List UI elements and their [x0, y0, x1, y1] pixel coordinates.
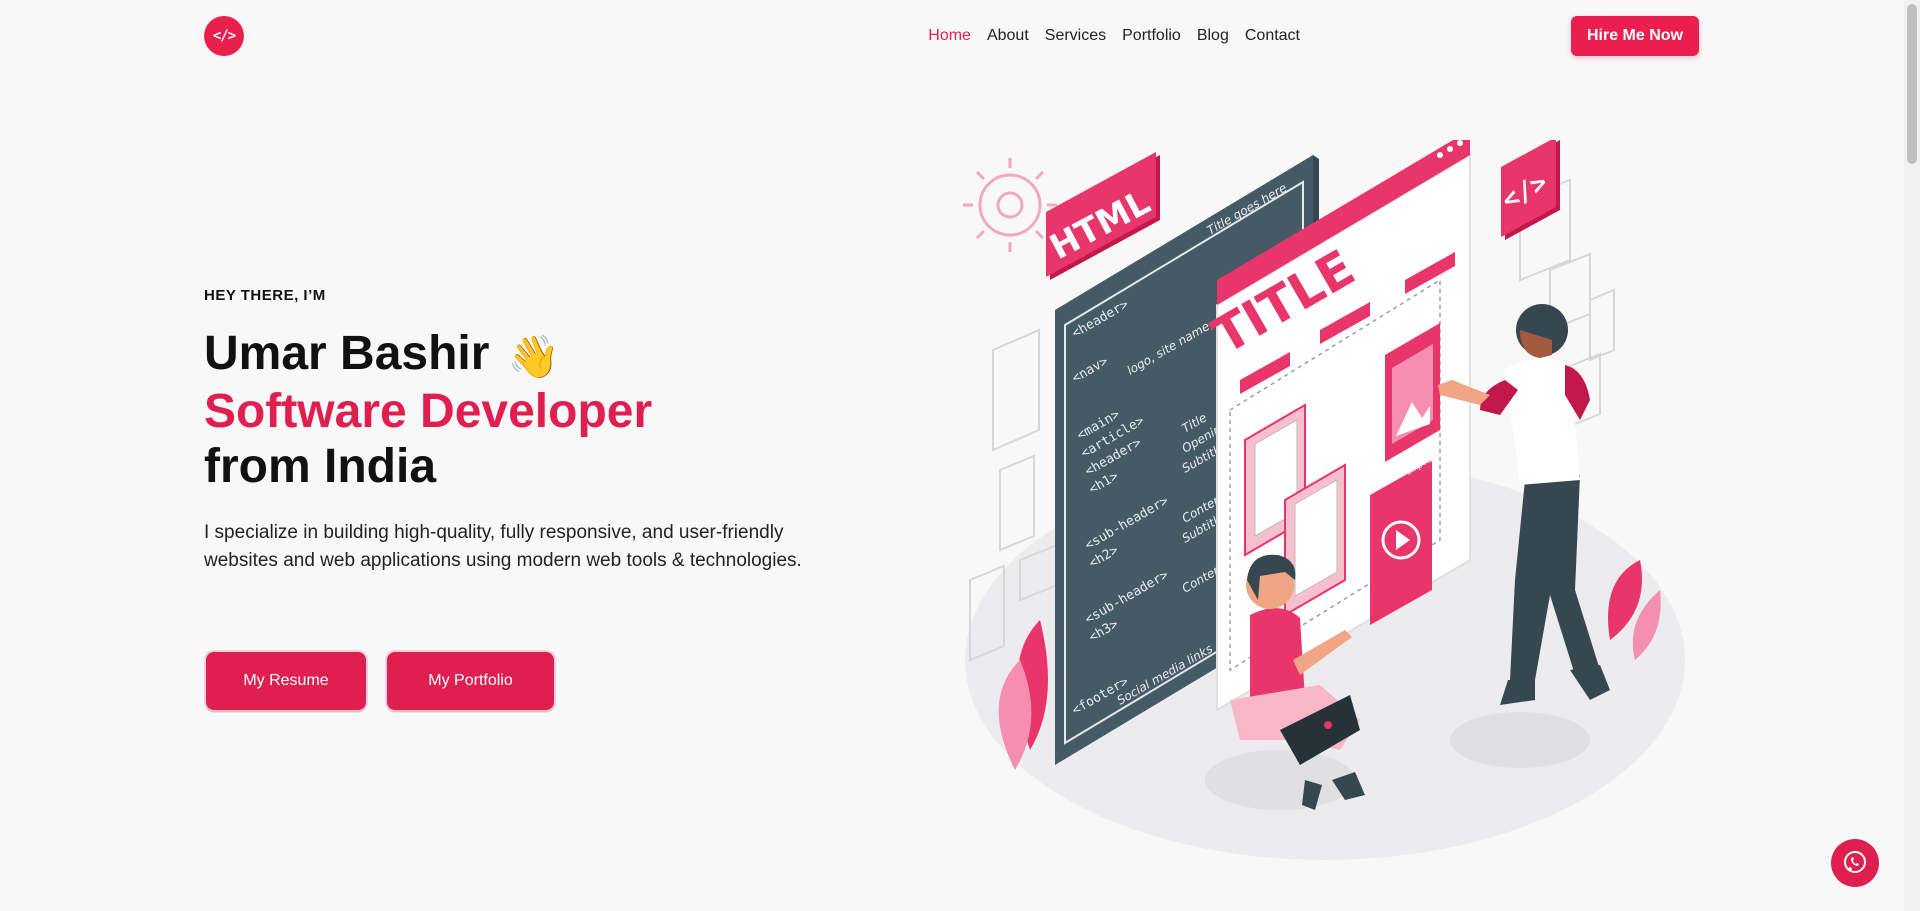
- code-badge-icon: </>: [1497, 140, 1560, 240]
- hero-description: I specialize in building high-quality, f…: [204, 522, 802, 571]
- hero-headline: Umar Bashir 👋 Software Developer from Ind…: [204, 326, 652, 494]
- whatsapp-button[interactable]: [1831, 839, 1879, 887]
- nav-about-link[interactable]: About: [987, 27, 1029, 45]
- scrollbar-thumb[interactable]: [1907, 4, 1917, 164]
- hero-location: from India: [204, 439, 437, 493]
- hero-eyebrow: HEY THERE, I’M: [204, 287, 326, 304]
- gear-icon: [963, 158, 1057, 252]
- page-scrollbar[interactable]: [1904, 0, 1920, 911]
- nav-home-link[interactable]: Home: [928, 27, 971, 45]
- logo-text: </>: [212, 28, 236, 44]
- nav-portfolio-link[interactable]: Portfolio: [1122, 27, 1181, 45]
- hero-role: Software Developer: [204, 384, 653, 438]
- logo-code-icon[interactable]: </>: [204, 16, 244, 56]
- my-resume-button[interactable]: My Resume: [206, 652, 366, 710]
- whatsapp-icon: [1844, 851, 1866, 873]
- page: </> Home About Services Portfolio Blog C…: [0, 0, 1904, 911]
- waving-hand-icon: 👋: [507, 332, 560, 380]
- nav-services-link[interactable]: Services: [1045, 27, 1106, 45]
- hero-name-line: Umar Bashir 👋: [204, 326, 652, 384]
- web-development-illustration: <header> <nav> <main> <article> <header>…: [963, 140, 1685, 860]
- nav-blog-link[interactable]: Blog: [1197, 27, 1229, 45]
- hero-name: Umar Bashir: [204, 327, 490, 380]
- hire-me-button[interactable]: Hire Me Now: [1571, 16, 1699, 56]
- my-portfolio-button[interactable]: My Portfolio: [387, 652, 554, 710]
- nav-contact-link[interactable]: Contact: [1245, 27, 1300, 45]
- main-nav: Home About Services Portfolio Blog Conta…: [912, 16, 1300, 56]
